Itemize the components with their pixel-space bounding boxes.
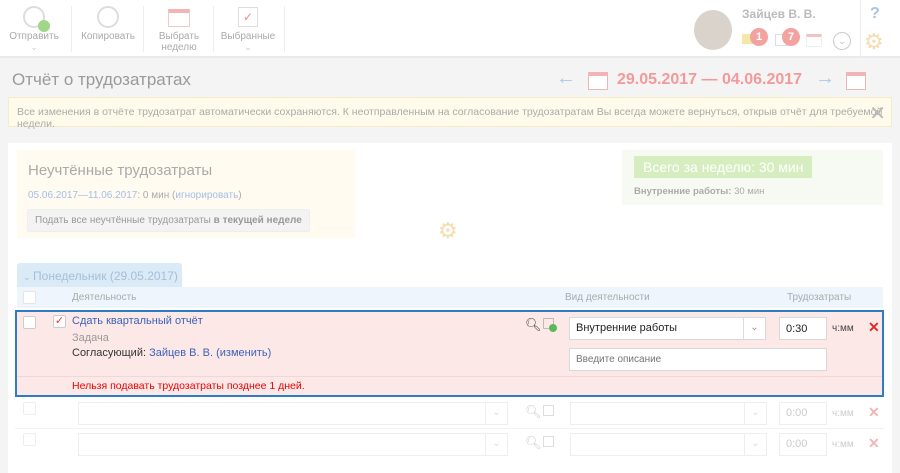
unaccounted-range-link[interactable]: 05.06.2017—11.06.2017: [28, 190, 137, 201]
chevron-down-icon: ⌄: [485, 434, 507, 455]
add-task-icon[interactable]: [543, 436, 554, 447]
unaccounted-title: Неучтённые трудозатраты: [28, 162, 213, 179]
paren: ): [238, 190, 242, 201]
table-row-empty: ⌄ 🔍︎ ⌄ 0:00 ч:мм ✕: [15, 430, 884, 463]
time-input[interactable]: 0:00: [779, 402, 827, 425]
favorites-button[interactable]: ✓ Выбранные ⌄: [218, 0, 278, 56]
task-check-icon: ✓: [53, 315, 66, 328]
description-input[interactable]: [569, 348, 827, 371]
delete-icon[interactable]: ✕: [868, 435, 880, 452]
page-title: Отчёт о трудозатратах: [12, 70, 191, 89]
row-checkbox[interactable]: [23, 402, 36, 415]
select-week-label: Выбрать: [158, 31, 200, 42]
loading-gear-icon: ⚙: [438, 218, 458, 243]
user-name[interactable]: Зайцев В. В.: [742, 7, 816, 21]
approver-line: Согласующий: Зайцев В. В. (изменить): [72, 347, 271, 359]
chevron-down-icon: ⌄: [743, 318, 765, 339]
add-task-icon[interactable]: [543, 405, 554, 416]
day-tab[interactable]: ⌄ Понедельник (29.05.2017): [17, 263, 182, 288]
next-week-arrow-icon[interactable]: →: [815, 67, 835, 90]
calendar-icon: [168, 9, 190, 27]
tasks-count-badge: 7: [782, 28, 800, 46]
close-icon[interactable]: ✕: [869, 101, 886, 126]
chevron-down-icon: ⌄: [244, 42, 252, 52]
total-breakdown: Внутренние работы: 30 мин: [634, 186, 764, 197]
copy-label: Копировать: [81, 31, 135, 42]
chevron-down-icon: ⌄: [30, 42, 38, 52]
submit-label-bold: в текущей неделе: [213, 215, 302, 226]
select-week-button[interactable]: Выбрать неделю: [150, 0, 208, 56]
activity-type-select[interactable]: ⌄: [570, 402, 767, 425]
approver-link[interactable]: Зайцев В. В.: [149, 347, 213, 359]
table-header: Деятельность Вид деятельности Трудозатра…: [17, 287, 883, 308]
unaccounted-line: 05.06.2017—11.06.2017: 0 мин (игнорирова…: [28, 190, 242, 201]
add-task-icon[interactable]: [543, 318, 557, 332]
prev-week-arrow-icon[interactable]: ←: [556, 67, 576, 90]
user-menu-chevron-icon[interactable]: ⌄: [833, 32, 851, 50]
select-week-label-2: неделю: [161, 42, 197, 53]
time-unit: ч:мм: [832, 323, 854, 334]
calendar-check-icon[interactable]: [846, 72, 866, 90]
task-kind: Задача: [72, 332, 109, 344]
favorites-icon: ✓: [238, 7, 258, 27]
error-message: Нельзя подавать трудозатраты позднее 1 д…: [72, 380, 305, 392]
delete-icon[interactable]: ✕: [868, 404, 880, 421]
chevron-down-icon: ⌄: [23, 272, 34, 282]
ignore-link[interactable]: игнорировать: [175, 190, 238, 201]
week-total-box: Всего за неделю: 30 мин Внутренние работ…: [622, 150, 883, 205]
task-name-link[interactable]: Сдать квартальный отчёт: [72, 315, 203, 327]
send-button[interactable]: Отправить ⌄: [8, 0, 60, 56]
row-checkbox[interactable]: [23, 433, 36, 446]
delete-icon[interactable]: ✕: [868, 319, 880, 336]
search-icon[interactable]: 🔍︎: [525, 317, 542, 333]
week-total-badge: Всего за неделю: 30 мин: [634, 156, 813, 178]
unaccounted-box: Неучтённые трудозатраты 05.06.2017—11.06…: [17, 150, 355, 238]
help-icon[interactable]: ?: [870, 5, 880, 23]
unaccounted-amount: : 0 мин (: [137, 190, 176, 201]
select-all-checkbox[interactable]: [23, 291, 36, 304]
mail-count-badge: 1: [750, 28, 768, 46]
activity-type-select[interactable]: Внутренние работы ⌄: [569, 317, 766, 340]
calendar-icon[interactable]: [588, 72, 608, 90]
row-checkbox[interactable]: [23, 316, 36, 329]
clock-check-icon: [23, 6, 50, 32]
change-approver-link[interactable]: (изменить): [216, 347, 271, 359]
autosave-notice: Все изменения в отчёте трудозатрат автом…: [8, 97, 892, 130]
total-type: Внутренние работы:: [634, 186, 732, 197]
activity-select[interactable]: ⌄: [78, 433, 508, 456]
search-icon[interactable]: 🔍︎: [525, 404, 542, 420]
table-row-empty: ⌄ 🔍︎ ⌄ 0:00 ч:мм ✕: [15, 399, 884, 429]
copy-button[interactable]: Копировать: [78, 0, 138, 56]
avatar[interactable]: [694, 10, 732, 50]
send-label: Отправить: [9, 31, 59, 42]
activity-type-select[interactable]: ⌄: [570, 433, 767, 456]
settings-gear-icon[interactable]: ⚙: [864, 29, 884, 55]
time-input[interactable]: 0:00: [779, 433, 827, 456]
time-unit: ч:мм: [832, 408, 854, 419]
submit-label: Подать все неучтённые трудозатраты: [35, 215, 214, 226]
search-icon[interactable]: 🔍︎: [525, 435, 542, 451]
column-type: Вид деятельности: [565, 292, 650, 303]
copy-clock-icon: [97, 6, 119, 28]
activity-select[interactable]: ⌄: [78, 402, 508, 425]
chevron-down-icon: ⌄: [485, 403, 507, 424]
week-date-range: 29.05.2017 — 04.06.2017: [617, 71, 803, 88]
total-type-value: 30 мин: [731, 186, 765, 197]
submit-unaccounted-button[interactable]: Подать все неучтённые трудозатраты в тек…: [27, 209, 310, 232]
schedule-icon[interactable]: [806, 34, 822, 47]
favorites-label: Выбранные: [220, 31, 276, 42]
time-unit: ч:мм: [832, 439, 854, 450]
activity-type-value: Внутренние работы: [576, 322, 678, 334]
table-row-selected: ✓ Сдать квартальный отчёт Задача Согласу…: [15, 310, 884, 397]
approver-label: Согласующий:: [72, 347, 150, 359]
day-label: Понедельник (29.05.2017): [33, 269, 178, 283]
column-effort: Трудозатраты: [787, 292, 852, 303]
chevron-down-icon: ⌄: [744, 434, 766, 455]
chevron-down-icon: ⌄: [744, 403, 766, 424]
toolbar: Отправить ⌄ Копировать Выбрать неделю ✓ …: [0, 0, 900, 58]
time-input[interactable]: [779, 317, 827, 340]
column-activity: Деятельность: [72, 292, 137, 303]
